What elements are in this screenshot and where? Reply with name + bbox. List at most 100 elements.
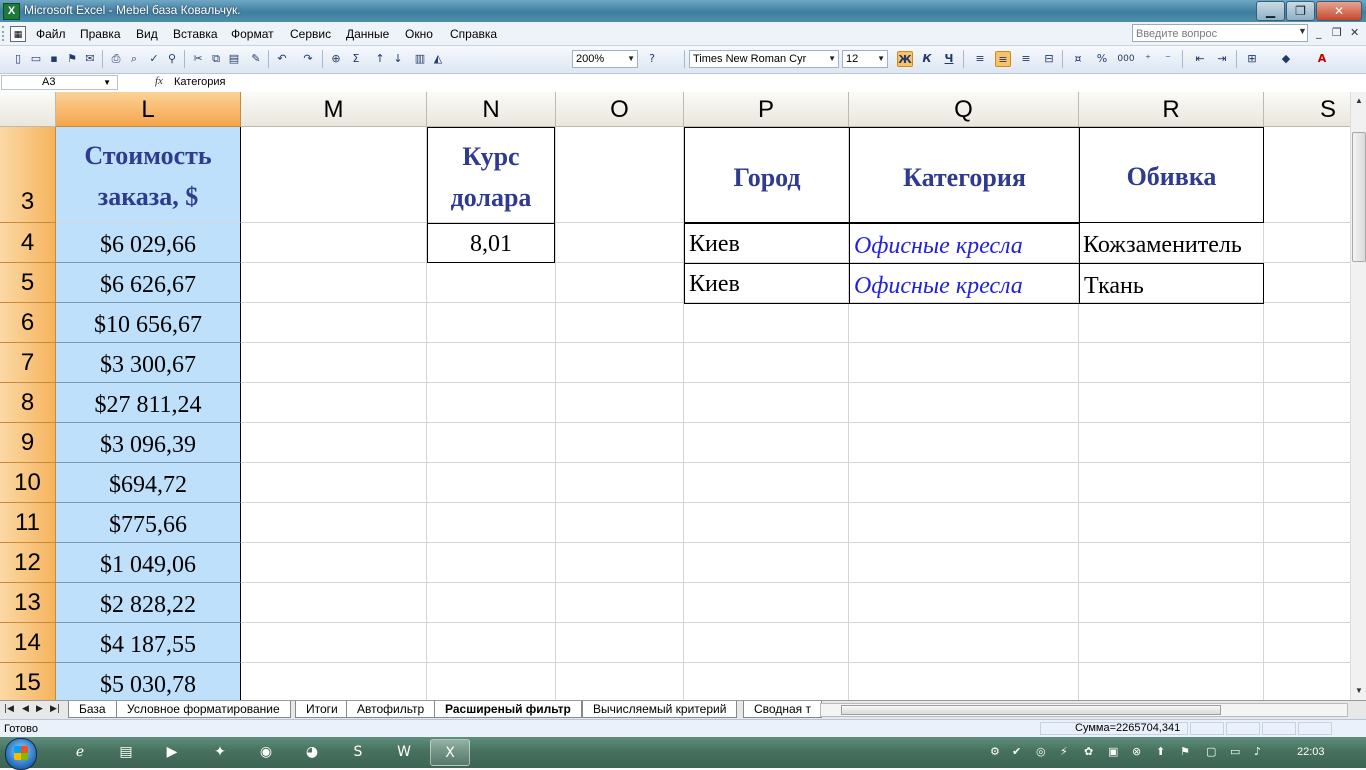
grid-cell[interactable] xyxy=(241,343,427,383)
grid-cell[interactable] xyxy=(684,623,849,663)
row-header-6[interactable]: 6 xyxy=(0,303,56,343)
cell-P5[interactable]: Киев xyxy=(684,263,850,304)
font-name-dropdown-icon[interactable]: ▼ xyxy=(828,51,836,67)
grid-cell[interactable] xyxy=(849,663,1079,700)
grid-cell[interactable] xyxy=(241,623,427,663)
font-name-select[interactable]: Times New Roman Cyr ▼ xyxy=(689,50,839,68)
menu-format[interactable]: Формат xyxy=(231,27,274,41)
col-header-P[interactable]: P xyxy=(684,92,849,127)
grid-cell[interactable] xyxy=(1264,343,1350,383)
col-header-O[interactable]: O xyxy=(556,92,684,127)
cell-L11[interactable]: $775,66 xyxy=(56,503,241,543)
spreadsheet-grid[interactable]: L M N O P Q R S 3 4 5 6 7 8 9 10 11 12 1… xyxy=(0,92,1350,700)
tray-icon-5[interactable]: ✿ xyxy=(1084,745,1093,758)
grid-cell[interactable] xyxy=(849,583,1079,623)
increase-decimal-icon[interactable]: ⁺ xyxy=(1140,51,1156,67)
new-file-icon[interactable]: ▯ xyxy=(10,51,26,67)
grid-cell[interactable] xyxy=(241,463,427,503)
grid-cell[interactable] xyxy=(684,543,849,583)
cell-L15[interactable]: $5 030,78 xyxy=(56,663,241,700)
decrease-decimal-icon[interactable]: ⁻ xyxy=(1160,51,1176,67)
tray-flag-icon[interactable]: ⚑ xyxy=(1180,745,1190,758)
row-header-5[interactable]: 5 xyxy=(0,263,56,303)
row-header-15[interactable]: 15 xyxy=(0,663,56,700)
grid-cell[interactable] xyxy=(1264,263,1350,303)
grid-cell[interactable] xyxy=(556,263,684,303)
name-box[interactable]: A3 ▼ xyxy=(1,75,118,90)
menu-data[interactable]: Данные xyxy=(346,27,389,41)
grid-cell[interactable] xyxy=(1079,303,1264,343)
grid-cell[interactable] xyxy=(556,127,684,223)
col-header-S[interactable]: S xyxy=(1264,92,1350,127)
grid-cell[interactable] xyxy=(556,223,684,263)
grid-cell[interactable] xyxy=(849,623,1079,663)
spelling-icon[interactable]: ✓ xyxy=(146,51,162,67)
name-box-dropdown-icon[interactable]: ▼ xyxy=(103,76,111,89)
col-header-R[interactable]: R xyxy=(1079,92,1264,127)
col-header-Q[interactable]: Q xyxy=(849,92,1079,127)
grid-cell[interactable] xyxy=(556,503,684,543)
cell-L3[interactable]: Стоимость заказа, $ xyxy=(56,127,241,223)
borders-icon[interactable]: ⊞ xyxy=(1244,51,1260,67)
permission-icon[interactable]: ⚑ xyxy=(64,51,80,67)
grid-cell[interactable] xyxy=(427,423,556,463)
grid-cell[interactable] xyxy=(1264,127,1350,223)
tab-baza[interactable]: База xyxy=(68,701,117,718)
media-player-icon[interactable]: ▶ xyxy=(152,739,192,766)
row-header-7[interactable]: 7 xyxy=(0,343,56,383)
workbook-icon[interactable]: ▦ xyxy=(10,26,26,42)
fill-color-icon[interactable]: ◆ xyxy=(1278,51,1294,67)
horizontal-scroll-thumb[interactable] xyxy=(841,705,1221,715)
underline-button[interactable]: Ч xyxy=(941,51,957,67)
grid-cell[interactable] xyxy=(1264,463,1350,503)
email-icon[interactable]: ✉ xyxy=(82,51,98,67)
grid-cell[interactable] xyxy=(1079,583,1264,623)
cell-R5[interactable]: Ткань xyxy=(1079,263,1264,304)
menu-insert[interactable]: Вставка xyxy=(173,27,218,41)
grid-cell[interactable] xyxy=(241,127,427,223)
excel-app-icon[interactable]: X xyxy=(3,3,20,20)
tray-icon-4[interactable]: ⚡ xyxy=(1060,745,1068,758)
font-color-icon[interactable]: A xyxy=(1314,51,1330,67)
grid-cell[interactable] xyxy=(241,503,427,543)
grid-cell[interactable] xyxy=(556,343,684,383)
grid-cell[interactable] xyxy=(1079,383,1264,423)
grid-cell[interactable] xyxy=(684,303,849,343)
undo-icon[interactable]: ↶ xyxy=(274,51,290,67)
grid-cell[interactable] xyxy=(684,463,849,503)
cell-P3[interactable]: Город xyxy=(684,127,850,223)
tray-icon-7[interactable]: ⊗ xyxy=(1132,745,1141,758)
grid-cell[interactable] xyxy=(241,583,427,623)
merge-center-icon[interactable]: ⊟ xyxy=(1041,51,1057,67)
menu-grip[interactable] xyxy=(2,26,7,41)
horizontal-scrollbar[interactable] xyxy=(820,703,1348,717)
cell-L10[interactable]: $694,72 xyxy=(56,463,241,503)
tray-icon-10[interactable]: ▢ xyxy=(1206,745,1216,758)
save-icon[interactable]: ▪ xyxy=(46,51,62,67)
format-painter-icon[interactable]: ✎ xyxy=(248,51,264,67)
insert-function-icon[interactable]: fx xyxy=(155,75,163,87)
chart-wizard-icon[interactable]: ▥ xyxy=(412,51,428,67)
grid-cell[interactable] xyxy=(849,423,1079,463)
grid-cell[interactable] xyxy=(427,263,556,303)
redo-icon[interactable]: ↷ xyxy=(300,51,316,67)
drawing-icon[interactable]: ◭ xyxy=(430,51,446,67)
grid-cell[interactable] xyxy=(556,423,684,463)
cell-N4[interactable]: 8,01 xyxy=(427,223,555,263)
grid-cell[interactable] xyxy=(1264,383,1350,423)
prev-sheet-icon[interactable]: ◀ xyxy=(22,704,29,714)
close-button[interactable]: ✕ xyxy=(1316,1,1362,21)
tab-totals[interactable]: Итоги xyxy=(295,701,349,718)
menu-view[interactable]: Вид xyxy=(136,27,158,41)
percent-button[interactable]: % xyxy=(1094,51,1110,67)
menu-window[interactable]: Окно xyxy=(405,27,433,41)
cell-L13[interactable]: $2 828,22 xyxy=(56,583,241,623)
grid-cell[interactable] xyxy=(1264,303,1350,343)
help-dropdown-icon[interactable]: ▼ xyxy=(1298,26,1307,36)
grid-cell[interactable] xyxy=(1079,463,1264,503)
grid-cell[interactable] xyxy=(849,343,1079,383)
start-button[interactable] xyxy=(5,738,37,770)
workbook-restore-icon[interactable]: ❐ xyxy=(1332,26,1342,39)
grid-cell[interactable] xyxy=(427,383,556,423)
grid-cell[interactable] xyxy=(1264,663,1350,700)
